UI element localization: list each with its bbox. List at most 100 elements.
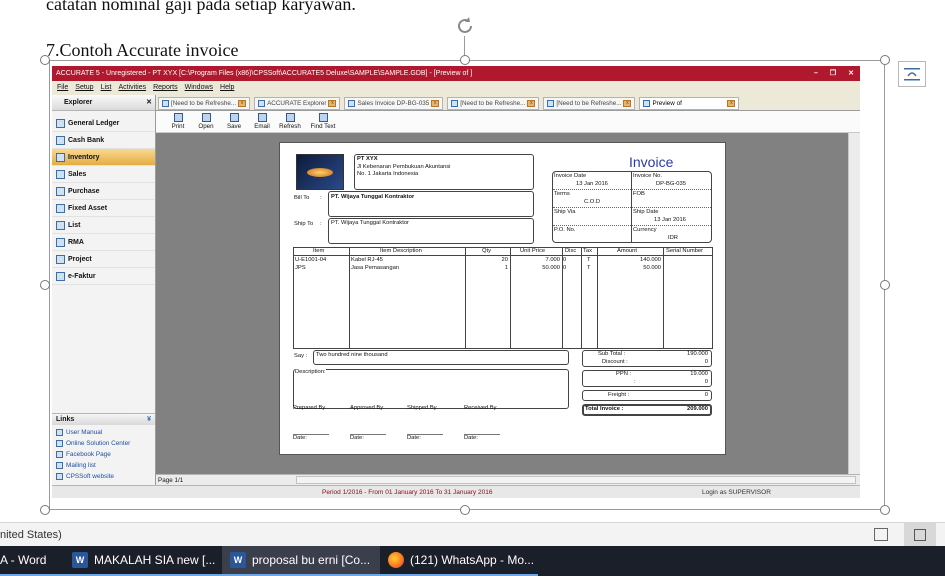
date-label: Date:	[464, 435, 478, 441]
menu-file[interactable]: File	[57, 81, 68, 95]
company-name: PT XYX	[357, 156, 378, 162]
printer-icon	[173, 113, 183, 122]
refresh-button[interactable]: Refresh	[279, 111, 301, 132]
col-unit-price: Unit Price	[520, 248, 546, 254]
explorer-item-general-ledger[interactable]: General Ledger	[52, 115, 155, 132]
received-by-label: Received By	[464, 405, 497, 411]
document-icon	[162, 100, 169, 107]
preview-vertical-scrollbar[interactable]	[848, 133, 860, 474]
tab-sales-invoice[interactable]: Sales Invoice DP-BG-035 x	[344, 97, 444, 110]
taskbar-item-makalah[interactable]: W MAKALAH SIA new [...	[64, 546, 222, 576]
invoice-no-label: Invoice No.	[633, 173, 662, 179]
resize-handle-top-right[interactable]	[880, 55, 890, 65]
open-button[interactable]: Open	[196, 111, 216, 132]
resize-handle-top[interactable]	[460, 55, 470, 65]
explorer-item-e-faktur[interactable]: e-Faktur	[52, 268, 155, 285]
restore-icon[interactable]: ❐	[830, 66, 836, 81]
firefox-icon	[388, 552, 404, 568]
word-window: catatan nominal gaji pada setiap karyawa…	[0, 0, 945, 576]
resize-handle-bottom-left[interactable]	[40, 505, 50, 515]
explorer-item-project[interactable]: Project	[52, 251, 155, 268]
explorer-item-inventory[interactable]: Inventory	[52, 149, 155, 166]
save-button[interactable]: Save	[224, 111, 244, 132]
link-user-manual[interactable]: User Manual	[52, 427, 155, 438]
minimize-icon[interactable]: –	[814, 66, 818, 81]
ship-to-value: PT. Wijaya Tunggal Kontraktor	[331, 220, 409, 226]
print-layout-button[interactable]	[904, 523, 936, 547]
accurate-screenshot: ACCURATE 5 - Unregistered - PT XYX [C:\P…	[52, 66, 860, 498]
menu-activities[interactable]: Activities	[118, 81, 146, 95]
facebook-icon	[56, 451, 63, 458]
menu-reports[interactable]: Reports	[153, 81, 178, 95]
bill-to-value: PT. Wijaya Tunggal Kontraktor	[331, 194, 415, 200]
word-icon: W	[230, 552, 246, 568]
layout-options-icon	[904, 68, 920, 81]
link-mailing-list[interactable]: Mailing list	[52, 460, 155, 471]
tab-need-refresh-2[interactable]: [Need to be Refreshe... x	[447, 97, 540, 110]
preview-horizontal-scrollbar[interactable]	[296, 476, 856, 484]
language-status[interactable]: nited States)	[0, 523, 62, 547]
close-tab-icon[interactable]: x	[727, 100, 736, 107]
menu-setup[interactable]: Setup	[75, 81, 93, 95]
explorer-item-purchase[interactable]: Purchase	[52, 183, 155, 200]
freight-value: 0	[704, 392, 708, 398]
close-tab-icon[interactable]: x	[623, 100, 632, 107]
link-online-solution-center[interactable]: Online Solution Center	[52, 438, 155, 449]
e-faktur-icon	[56, 271, 65, 281]
rotate-handle-icon[interactable]	[453, 14, 477, 38]
resize-handle-bottom[interactable]	[460, 505, 470, 515]
explorer-item-rma[interactable]: RMA	[52, 234, 155, 251]
close-tab-icon[interactable]: x	[527, 100, 536, 107]
explorer-item-cash-bank[interactable]: Cash Bank	[52, 132, 155, 149]
other-value: 0	[704, 379, 708, 385]
tab-need-refresh-1[interactable]: [Need to be Refreshe... x	[158, 97, 251, 110]
date-label: Date:	[407, 435, 421, 441]
period-status-bar: Period 1/2016 - From 01 January 2016 To …	[52, 485, 860, 498]
explorer-item-fixed-asset[interactable]: Fixed Asset	[52, 200, 155, 217]
document-heading: 7.Contoh Accurate invoice	[46, 40, 239, 60]
taskbar-item-proposal[interactable]: Wproposal bu erni [Co...	[222, 546, 380, 576]
link-cpssoft-website[interactable]: CPSSoft website	[52, 471, 155, 482]
explorer-title: Explorer	[64, 99, 93, 106]
col-disc: Disc	[565, 248, 577, 254]
tab-need-refresh-3[interactable]: [Need to be Refreshe... x	[543, 97, 636, 110]
close-icon[interactable]: ✕	[848, 66, 854, 81]
tab-accurate-explorer[interactable]: ACCURATE Explorer x	[254, 97, 341, 110]
col-item-description: Item Description	[380, 248, 422, 254]
invoice-date-value: 13 Jan 2016	[576, 181, 608, 187]
email-button[interactable]: Email	[252, 111, 272, 132]
company-logo	[296, 154, 344, 190]
read-mode-icon[interactable]	[874, 528, 888, 541]
ledger-icon	[56, 118, 65, 128]
explorer-item-sales[interactable]: Sales	[52, 166, 155, 183]
layout-options-button[interactable]	[898, 61, 926, 87]
resize-handle-left[interactable]	[40, 280, 50, 290]
explorer-item-list[interactable]: List	[52, 217, 155, 234]
link-facebook-page[interactable]: Facebook Page	[52, 449, 155, 460]
word-icon: W	[72, 552, 88, 568]
close-tab-icon[interactable]: x	[431, 100, 440, 107]
col-qty: Qty	[482, 248, 492, 254]
close-tab-icon[interactable]: x	[238, 100, 247, 107]
find-text-button[interactable]: Find Text	[308, 111, 338, 132]
menu-windows[interactable]: Windows	[185, 81, 213, 95]
close-tab-icon[interactable]: x	[328, 100, 337, 107]
close-explorer-icon[interactable]: ✕	[146, 95, 152, 111]
invoice-date-label: Invoice Date	[554, 173, 587, 179]
resize-handle-top-left[interactable]	[40, 55, 50, 65]
word-status-bar: nited States)	[0, 522, 945, 547]
links-header[interactable]: Links ¥	[52, 413, 155, 425]
list-icon	[56, 220, 65, 230]
taskbar-item-whatsapp[interactable]: (121) WhatsApp - Mo...	[380, 546, 538, 576]
col-tax: Tax	[583, 248, 593, 254]
print-button[interactable]: Print	[168, 111, 188, 132]
tab-preview-of[interactable]: Preview of x	[639, 97, 740, 110]
taskbar-item-word[interactable]: A - Word	[0, 546, 64, 576]
refresh-icon	[285, 113, 295, 122]
document-icon	[547, 100, 555, 107]
menu-list[interactable]: List	[101, 81, 112, 95]
resize-handle-right[interactable]	[880, 280, 890, 290]
menu-help[interactable]: Help	[220, 81, 234, 95]
resize-handle-bottom-right[interactable]	[880, 505, 890, 515]
print-preview-area: PT XYX Jl Kebenaran Pembukuan Akuntansi …	[156, 133, 848, 474]
